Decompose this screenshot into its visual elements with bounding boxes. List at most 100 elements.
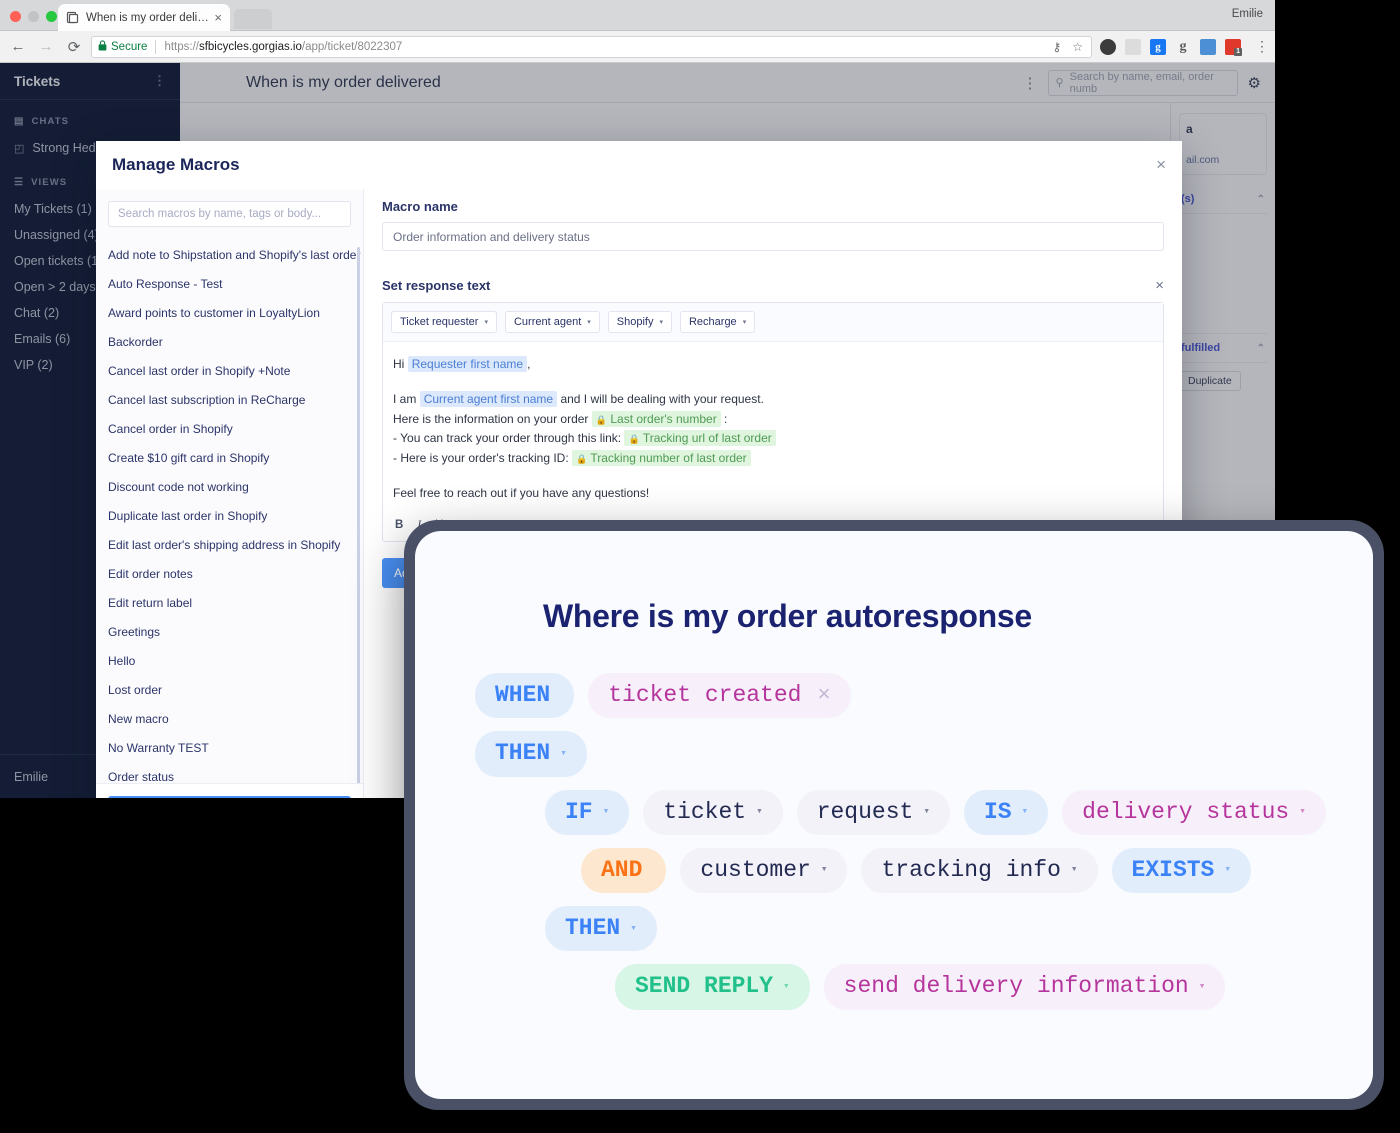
list-item[interactable]: Lost order (96, 676, 363, 705)
response-body[interactable]: Hi Requester first name, I am Current ag… (383, 342, 1163, 510)
browser-menu-icon[interactable]: ⋮ (1249, 38, 1275, 55)
minimize-window-button[interactable] (28, 11, 39, 22)
if-field-pill[interactable]: request ▾ (796, 789, 950, 835)
tab-close-icon[interactable]: × (209, 11, 222, 24)
list-item[interactable]: Add note to Shipstation and Shopify's la… (96, 239, 363, 270)
sidebar-item-label: Strong Hedg (32, 141, 103, 155)
when-keyword-pill[interactable]: WHEN (475, 673, 575, 719)
camera-extension-icon[interactable] (1200, 38, 1216, 55)
list-item[interactable]: Discount code not working (96, 473, 363, 502)
list-item[interactable]: Auto Response - Test (96, 270, 363, 299)
avatar-extension-icon[interactable] (1100, 38, 1116, 55)
and-operator-pill[interactable]: EXISTS ▾ (1111, 847, 1251, 894)
remove-response-icon[interactable]: × (1155, 277, 1164, 294)
current-agent-dropdown[interactable]: Current agent ▾ (504, 311, 600, 333)
gear-icon[interactable]: ⚙ (1248, 74, 1261, 92)
close-icon[interactable]: × (1156, 155, 1166, 175)
current-agent-first-name-chip[interactable]: Current agent first name (419, 391, 558, 408)
password-key-icon[interactable]: ⚷ (1052, 40, 1061, 54)
bookmark-star-icon[interactable]: ☆ (1072, 40, 1083, 54)
list-item[interactable]: Cancel last subscription in ReCharge (96, 386, 363, 415)
notification-extension-icon[interactable]: 1 (1225, 38, 1242, 56)
list-item[interactable]: Edit last order's shipping address in Sh… (96, 531, 363, 560)
sidebar-menu-icon[interactable]: ⋮ (153, 73, 166, 89)
rule-row-if: IF ▾ ticket ▾ request ▾ IS ▾ delivery st… (545, 789, 1326, 835)
address-bar[interactable]: Secure https:// sfbicycles.gorgias.io /a… (91, 35, 1092, 58)
chat-icon: ◰ (14, 142, 25, 155)
list-item[interactable]: Order status (96, 763, 363, 783)
url-scheme: https:// (164, 40, 199, 53)
create-macro-button[interactable]: + Create macro (108, 796, 351, 798)
macro-name-input[interactable] (382, 222, 1164, 251)
background-tab[interactable] (234, 9, 272, 29)
search-macros-input[interactable] (108, 201, 351, 227)
list-item[interactable]: Cancel last order in Shopify +Note (96, 357, 363, 386)
duplicate-button[interactable]: Duplicate (1179, 371, 1241, 391)
fulfillment-section-header[interactable]: fulfilled ⌃ (1179, 334, 1267, 363)
macro-list[interactable]: Add note to Shipstation and Shopify's la… (96, 239, 363, 783)
ticket-menu-icon[interactable]: ⋮ (1023, 74, 1038, 92)
chevron-down-icon: ▾ (1198, 981, 1206, 994)
tracking-number-chip[interactable]: 🔒 Tracking number of last order (572, 449, 751, 466)
send-reply-pill[interactable]: SEND REPLY ▾ (615, 964, 810, 1010)
tracking-url-chip[interactable]: 🔒 Tracking url of last order (624, 430, 776, 447)
browser-tab[interactable]: When is my order delivered × (58, 4, 230, 31)
forward-icon[interactable]: → (33, 34, 59, 60)
orders-section-header[interactable]: (s) ⌃ (1179, 185, 1267, 214)
requester-first-name-chip[interactable]: Requester first name (407, 356, 528, 372)
list-item[interactable]: No Warranty TEST (96, 734, 363, 763)
bold-icon[interactable]: B (395, 519, 403, 531)
lock-icon (98, 39, 107, 54)
response-line-closing: Feel free to reach out if you have any q… (393, 485, 650, 500)
url-host: sfbicycles.gorgias.io (198, 40, 302, 53)
list-item[interactable]: Backorder (96, 328, 363, 357)
and-field-label: tracking info (881, 856, 1061, 883)
then-2-keyword-pill[interactable]: THEN ▾ (545, 906, 657, 952)
rule-card: Where is my order autoresponse WHEN tick… (415, 531, 1373, 1099)
last-order-number-chip[interactable]: 🔒 Last order's number (591, 410, 721, 427)
rule-row-then-2: THEN ▾ (545, 906, 1313, 952)
ticket-requester-dropdown[interactable]: Ticket requester ▾ (391, 311, 497, 333)
rule-card-device-frame: Where is my order autoresponse WHEN tick… (404, 520, 1384, 1110)
ticket-search-box[interactable]: ⚲ Search by name, email, order numb (1047, 69, 1238, 96)
and-keyword-pill[interactable]: AND (581, 847, 667, 894)
send-reply-macro-pill[interactable]: send delivery information ▾ (823, 964, 1226, 1010)
ticket-title: When is my order delivered (246, 73, 441, 91)
list-item[interactable]: Duplicate last order in Shopify (96, 502, 363, 531)
g-extension-icon[interactable]: g (1150, 38, 1166, 55)
chevron-down-icon: ▾ (560, 747, 567, 760)
list-item[interactable]: Create $10 gift card in Shopify (96, 444, 363, 473)
list-item[interactable]: Cancel order in Shopify (96, 415, 363, 444)
if-keyword-pill[interactable]: IF ▾ (545, 789, 630, 835)
and-field-pill[interactable]: tracking info ▾ (861, 847, 1098, 894)
google-extension-icon[interactable]: g (1175, 39, 1191, 55)
maximize-window-button[interactable] (46, 11, 57, 22)
and-subject-pill[interactable]: customer ▾ (680, 847, 848, 894)
last-order-number-label: Last order's number (610, 411, 717, 426)
if-operator-pill[interactable]: IS ▾ (963, 789, 1049, 835)
macro-list-scrollbar[interactable] (357, 247, 360, 798)
remove-trigger-icon[interactable]: × (817, 683, 830, 708)
list-item[interactable]: Award points to customer in LoyaltyLion (96, 299, 363, 328)
fulfillment-label: fulfilled (1181, 342, 1221, 354)
reload-icon[interactable]: ⟳ (61, 34, 87, 60)
list-item[interactable]: Greetings (96, 618, 363, 647)
chevron-down-icon: ▾ (1021, 806, 1029, 819)
doc-extension-icon[interactable] (1125, 38, 1141, 55)
trigger-pill[interactable]: ticket created × (588, 673, 851, 719)
recharge-dropdown[interactable]: Recharge ▾ (679, 311, 756, 333)
list-item[interactable]: Edit order notes (96, 560, 363, 589)
shopify-dropdown[interactable]: Shopify ▾ (607, 311, 672, 333)
close-window-button[interactable] (10, 11, 21, 22)
if-subject-pill[interactable]: ticket ▾ (643, 789, 783, 835)
ticket-header: When is my order delivered ⋮ ⚲ Search by… (180, 63, 1275, 103)
list-item[interactable]: Hello (96, 647, 363, 676)
if-subject-label: ticket (663, 798, 747, 825)
list-item[interactable]: New macro (96, 705, 363, 734)
then-keyword-pill[interactable]: THEN ▾ (475, 731, 587, 777)
back-icon[interactable]: ← (5, 34, 31, 60)
if-value-pill[interactable]: delivery status ▾ (1062, 789, 1326, 835)
sidebar-item-label: VIP (2) (14, 358, 53, 372)
list-item[interactable]: Edit return label (96, 589, 363, 618)
chevron-down-icon: ▾ (587, 319, 591, 326)
